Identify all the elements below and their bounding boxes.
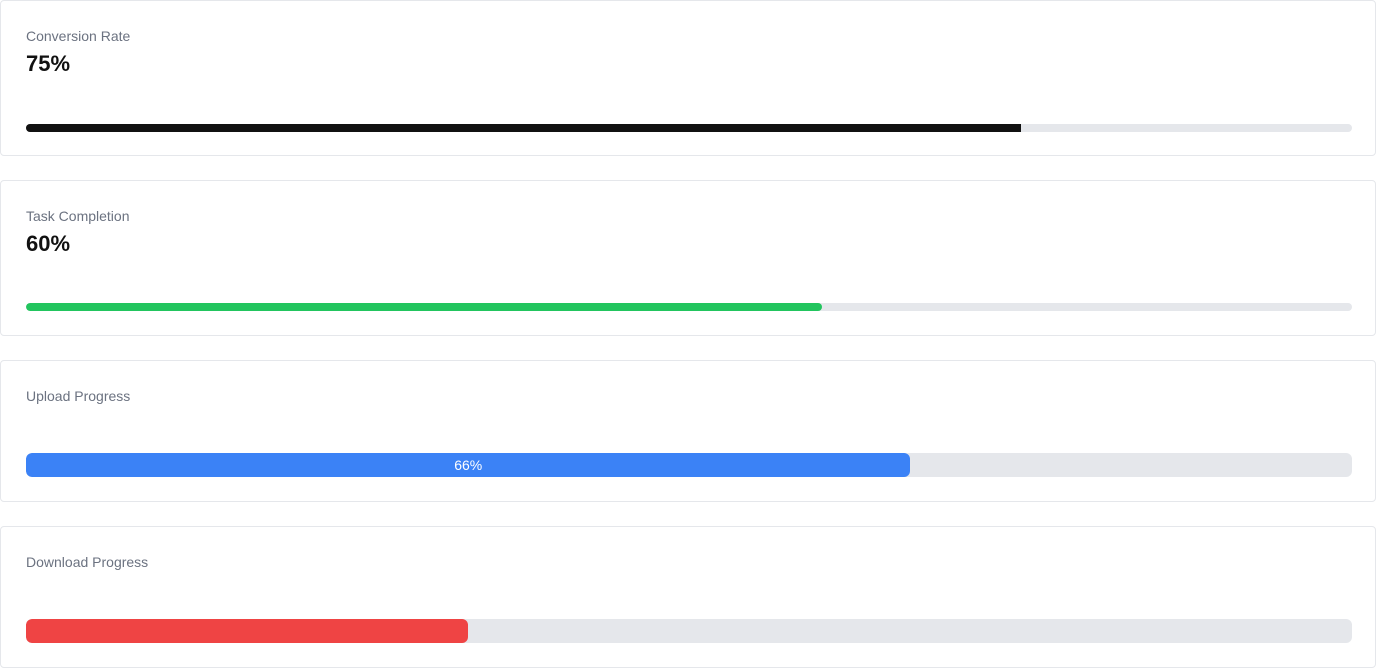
- conversion-rate-card: Conversion Rate 75%: [0, 0, 1376, 156]
- card-value: 60%: [26, 231, 71, 256]
- progress-fill: [26, 124, 1021, 132]
- task-completion-card: Task Completion 60%: [0, 180, 1376, 336]
- progress-fill: 66%: [26, 453, 911, 477]
- upload-progress-card: Upload Progress 66%: [0, 360, 1376, 502]
- download-progress-card: Download Progress: [0, 526, 1376, 668]
- card-label: Download Progress: [26, 554, 149, 570]
- card-value: 75%: [26, 51, 71, 76]
- progress-track: [26, 124, 1352, 132]
- progress-fill: [26, 619, 468, 643]
- progress-percent-text: 66%: [454, 457, 483, 473]
- progress-track: [26, 619, 1352, 643]
- card-label: Upload Progress: [26, 388, 131, 404]
- progress-fill: [26, 303, 822, 311]
- card-label: Conversion Rate: [26, 28, 131, 44]
- progress-track: 66%: [26, 453, 1352, 477]
- progress-track: [26, 303, 1352, 311]
- card-label: Task Completion: [26, 208, 130, 224]
